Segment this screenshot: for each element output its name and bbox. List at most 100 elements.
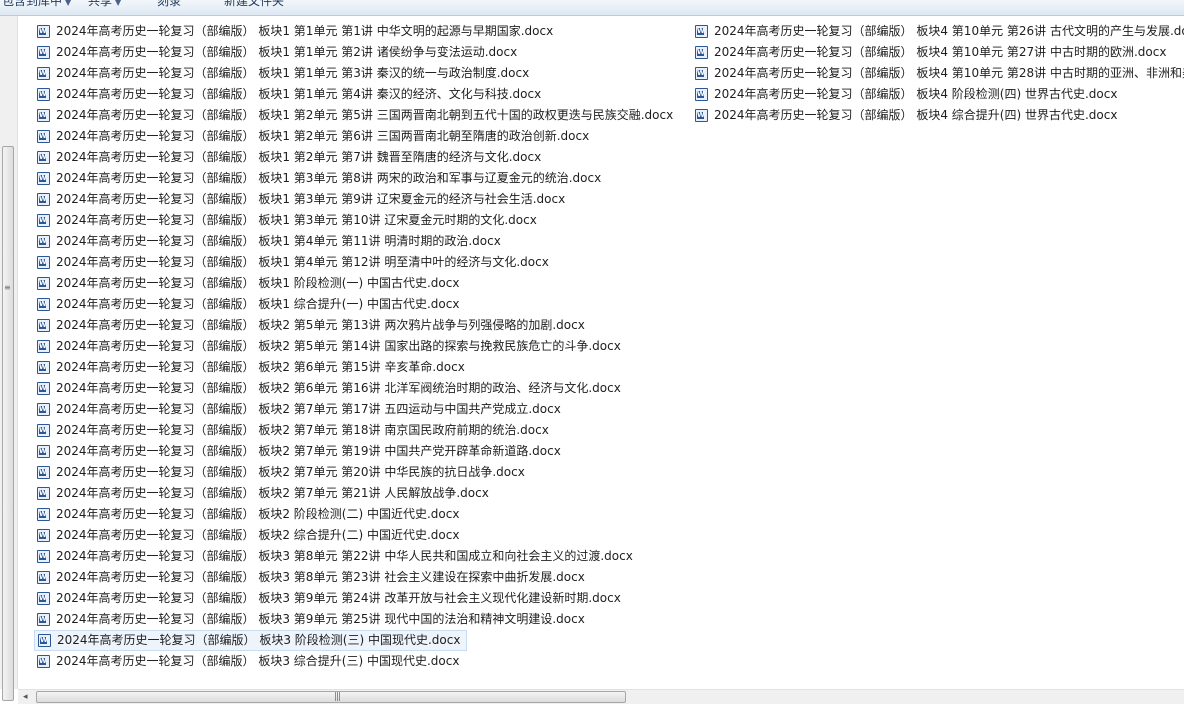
include-in-library-button[interactable]: 包含到库中 ▼ bbox=[2, 0, 71, 10]
word-document-icon bbox=[37, 466, 50, 479]
file-name: 2024年高考历史一轮复习（部编版） 板块2 第7单元 第19讲 中国共产党开辟… bbox=[56, 444, 561, 458]
word-document-icon bbox=[37, 655, 50, 668]
file-item[interactable]: 2024年高考历史一轮复习（部编版） 板块2 第7单元 第18讲 南京国民政府前… bbox=[34, 420, 555, 441]
file-item[interactable]: 2024年高考历史一轮复习（部编版） 板块1 第3单元 第8讲 两宋的政治和军事… bbox=[34, 168, 607, 189]
new-folder-button[interactable]: 新建文件夹 bbox=[224, 0, 284, 10]
file-item[interactable]: 2024年高考历史一轮复习（部编版） 板块1 综合提升(一) 中国古代史.doc… bbox=[34, 294, 465, 315]
file-name: 2024年高考历史一轮复习（部编版） 板块2 第5单元 第14讲 国家出路的探索… bbox=[56, 339, 621, 353]
file-name: 2024年高考历史一轮复习（部编版） 板块3 第9单元 第25讲 现代中国的法治… bbox=[56, 612, 585, 626]
file-item[interactable]: 2024年高考历史一轮复习（部编版） 板块2 阶段检测(二) 中国近代史.doc… bbox=[34, 504, 465, 525]
file-name: 2024年高考历史一轮复习（部编版） 板块4 阶段检测(四) 世界古代史.doc… bbox=[714, 87, 1118, 101]
file-item[interactable]: 2024年高考历史一轮复习（部编版） 板块2 第7单元 第21讲 人民解放战争.… bbox=[34, 483, 495, 504]
file-item[interactable]: 2024年高考历史一轮复习（部编版） 板块1 第1单元 第2讲 诸侯纷争与变法运… bbox=[34, 42, 523, 63]
file-item[interactable]: 2024年高考历史一轮复习（部编版） 板块4 第10单元 第26讲 古代文明的产… bbox=[692, 21, 1184, 42]
file-column-1: 2024年高考历史一轮复习（部编版） 板块1 第1单元 第1讲 中华文明的起源与… bbox=[34, 21, 679, 672]
word-document-icon bbox=[37, 151, 50, 164]
file-item[interactable]: 2024年高考历史一轮复习（部编版） 板块1 第1单元 第1讲 中华文明的起源与… bbox=[34, 21, 559, 42]
file-name: 2024年高考历史一轮复习（部编版） 板块2 第7单元 第20讲 中华民族的抗日… bbox=[56, 465, 525, 479]
file-item[interactable]: 2024年高考历史一轮复习（部编版） 板块1 第4单元 第12讲 明至清中叶的经… bbox=[34, 252, 555, 273]
vertical-scrollbar[interactable]: ≡ bbox=[0, 16, 18, 701]
file-item[interactable]: 2024年高考历史一轮复习（部编版） 板块1 阶段检测(一) 中国古代史.doc… bbox=[34, 273, 465, 294]
word-document-icon bbox=[37, 298, 50, 311]
file-name: 2024年高考历史一轮复习（部编版） 板块2 第7单元 第17讲 五四运动与中国… bbox=[56, 402, 561, 416]
word-document-icon bbox=[37, 487, 50, 500]
file-item[interactable]: 2024年高考历史一轮复习（部编版） 板块4 第10单元 第27讲 中古时期的欧… bbox=[692, 42, 1172, 63]
word-document-icon bbox=[37, 172, 50, 185]
file-name: 2024年高考历史一轮复习（部编版） 板块4 第10单元 第27讲 中古时期的欧… bbox=[714, 45, 1167, 59]
file-item[interactable]: 2024年高考历史一轮复习（部编版） 板块2 第7单元 第17讲 五四运动与中国… bbox=[34, 399, 567, 420]
file-name: 2024年高考历史一轮复习（部编版） 板块4 第10单元 第26讲 古代文明的产… bbox=[714, 24, 1184, 38]
word-document-icon bbox=[37, 445, 50, 458]
file-item[interactable]: 2024年高考历史一轮复习（部编版） 板块4 第10单元 第28讲 中古时期的亚… bbox=[692, 63, 1184, 84]
scroll-grip-icon: ≡ bbox=[4, 283, 11, 292]
file-name: 2024年高考历史一轮复习（部编版） 板块1 第3单元 第8讲 两宋的政治和军事… bbox=[56, 171, 602, 185]
file-name: 2024年高考历史一轮复习（部编版） 板块1 第1单元 第2讲 诸侯纷争与变法运… bbox=[56, 45, 518, 59]
horizontal-scrollbar-thumb[interactable]: ||| bbox=[36, 691, 626, 703]
word-document-icon bbox=[37, 193, 50, 206]
horizontal-scrollbar[interactable]: ◂ ||| bbox=[18, 689, 1184, 704]
word-document-icon bbox=[37, 592, 50, 605]
word-document-icon bbox=[37, 340, 50, 353]
file-name: 2024年高考历史一轮复习（部编版） 板块1 第2单元 第7讲 魏晋至隋唐的经济… bbox=[56, 150, 542, 164]
file-item[interactable]: 2024年高考历史一轮复习（部编版） 板块3 综合提升(三) 中国现代史.doc… bbox=[34, 651, 465, 672]
file-item[interactable]: 2024年高考历史一轮复习（部编版） 板块2 第5单元 第14讲 国家出路的探索… bbox=[34, 336, 627, 357]
word-document-icon bbox=[37, 319, 50, 332]
file-name: 2024年高考历史一轮复习（部编版） 板块2 第7单元 第21讲 人民解放战争.… bbox=[56, 486, 489, 500]
file-item[interactable]: 2024年高考历史一轮复习（部编版） 板块3 第8单元 第22讲 中华人民共和国… bbox=[34, 546, 639, 567]
file-column-2: 2024年高考历史一轮复习（部编版） 板块4 第10单元 第26讲 古代文明的产… bbox=[692, 21, 1184, 126]
file-item[interactable]: 2024年高考历史一轮复习（部编版） 板块1 第2单元 第7讲 魏晋至隋唐的经济… bbox=[34, 147, 547, 168]
word-document-icon bbox=[37, 130, 50, 143]
file-item[interactable]: 2024年高考历史一轮复习（部编版） 板块1 第2单元 第6讲 三国两晋南北朝至… bbox=[34, 126, 595, 147]
file-item[interactable]: 2024年高考历史一轮复习（部编版） 板块3 第8单元 第23讲 社会主义建设在… bbox=[34, 567, 591, 588]
file-item[interactable]: 2024年高考历史一轮复习（部编版） 板块1 第4单元 第11讲 明清时期的政治… bbox=[34, 231, 507, 252]
file-item[interactable]: 2024年高考历史一轮复习（部编版） 板块3 第9单元 第24讲 改革开放与社会… bbox=[34, 588, 627, 609]
word-document-icon bbox=[37, 529, 50, 542]
file-item[interactable]: 2024年高考历史一轮复习（部编版） 板块1 第1单元 第3讲 秦汉的统一与政治… bbox=[34, 63, 535, 84]
file-item[interactable]: 2024年高考历史一轮复习（部编版） 板块2 第6单元 第16讲 北洋军阀统治时… bbox=[34, 378, 627, 399]
file-item[interactable]: 2024年高考历史一轮复习（部编版） 板块3 阶段检测(三) 中国现代史.doc… bbox=[34, 630, 468, 651]
scroll-left-arrow-icon[interactable]: ◂ bbox=[23, 692, 28, 702]
file-item[interactable]: 2024年高考历史一轮复习（部编版） 板块4 综合提升(四) 世界古代史.doc… bbox=[692, 105, 1123, 126]
file-item[interactable]: 2024年高考历史一轮复习（部编版） 板块1 第3单元 第9讲 辽宋夏金元的经济… bbox=[34, 189, 571, 210]
vertical-scrollbar-thumb[interactable] bbox=[2, 146, 14, 701]
word-document-icon bbox=[37, 109, 50, 122]
file-item[interactable]: 2024年高考历史一轮复习（部编版） 板块2 第6单元 第15讲 辛亥革命.do… bbox=[34, 357, 471, 378]
word-document-icon bbox=[37, 256, 50, 269]
file-item[interactable]: 2024年高考历史一轮复习（部编版） 板块1 第2单元 第5讲 三国两晋南北朝到… bbox=[34, 105, 679, 126]
file-item[interactable]: 2024年高考历史一轮复习（部编版） 板块2 第7单元 第20讲 中华民族的抗日… bbox=[34, 462, 531, 483]
file-name: 2024年高考历史一轮复习（部编版） 板块1 阶段检测(一) 中国古代史.doc… bbox=[56, 276, 460, 290]
file-name: 2024年高考历史一轮复习（部编版） 板块3 阶段检测(三) 中国现代史.doc… bbox=[57, 633, 461, 647]
word-document-icon bbox=[37, 550, 50, 563]
file-name: 2024年高考历史一轮复习（部编版） 板块2 第7单元 第18讲 南京国民政府前… bbox=[56, 423, 549, 437]
file-item[interactable]: 2024年高考历史一轮复习（部编版） 板块1 第1单元 第4讲 秦汉的经济、文化… bbox=[34, 84, 547, 105]
file-item[interactable]: 2024年高考历史一轮复习（部编版） 板块4 阶段检测(四) 世界古代史.doc… bbox=[692, 84, 1123, 105]
word-document-icon bbox=[37, 424, 50, 437]
file-name: 2024年高考历史一轮复习（部编版） 板块2 第5单元 第13讲 两次鸦片战争与… bbox=[56, 318, 585, 332]
file-item[interactable]: 2024年高考历史一轮复习（部编版） 板块2 第7单元 第19讲 中国共产党开辟… bbox=[34, 441, 567, 462]
chevron-down-icon: ▼ bbox=[65, 0, 72, 7]
file-item[interactable]: 2024年高考历史一轮复习（部编版） 板块2 第5单元 第13讲 两次鸦片战争与… bbox=[34, 315, 591, 336]
word-document-icon bbox=[695, 46, 708, 59]
word-document-icon bbox=[37, 67, 50, 80]
word-document-icon bbox=[37, 508, 50, 521]
file-name: 2024年高考历史一轮复习（部编版） 板块1 综合提升(一) 中国古代史.doc… bbox=[56, 297, 460, 311]
file-name: 2024年高考历史一轮复习（部编版） 板块3 第8单元 第23讲 社会主义建设在… bbox=[56, 570, 585, 584]
share-button[interactable]: 共享 ▼ bbox=[88, 0, 121, 10]
word-document-icon bbox=[37, 25, 50, 38]
file-item[interactable]: 2024年高考历史一轮复习（部编版） 板块1 第3单元 第10讲 辽宋夏金元时期… bbox=[34, 210, 543, 231]
share-label: 共享 bbox=[88, 0, 113, 8]
file-name: 2024年高考历史一轮复习（部编版） 板块1 第1单元 第3讲 秦汉的统一与政治… bbox=[56, 66, 530, 80]
new-folder-label: 新建文件夹 bbox=[224, 0, 285, 8]
word-document-icon bbox=[37, 403, 50, 416]
file-name: 2024年高考历史一轮复习（部编版） 板块2 第6单元 第16讲 北洋军阀统治时… bbox=[56, 381, 621, 395]
word-document-icon bbox=[38, 634, 51, 647]
chevron-down-icon: ▼ bbox=[115, 0, 122, 7]
file-item[interactable]: 2024年高考历史一轮复习（部编版） 板块2 综合提升(二) 中国近代史.doc… bbox=[34, 525, 465, 546]
file-name: 2024年高考历史一轮复习（部编版） 板块2 综合提升(二) 中国近代史.doc… bbox=[56, 528, 460, 542]
burn-button[interactable]: 刻录 bbox=[157, 0, 181, 10]
file-name: 2024年高考历史一轮复习（部编版） 板块4 第10单元 第28讲 中古时期的亚… bbox=[714, 66, 1184, 80]
word-document-icon bbox=[37, 214, 50, 227]
word-document-icon bbox=[695, 88, 708, 101]
file-name: 2024年高考历史一轮复习（部编版） 板块1 第2单元 第5讲 三国两晋南北朝到… bbox=[56, 108, 674, 122]
file-item[interactable]: 2024年高考历史一轮复习（部编版） 板块3 第9单元 第25讲 现代中国的法治… bbox=[34, 609, 591, 630]
